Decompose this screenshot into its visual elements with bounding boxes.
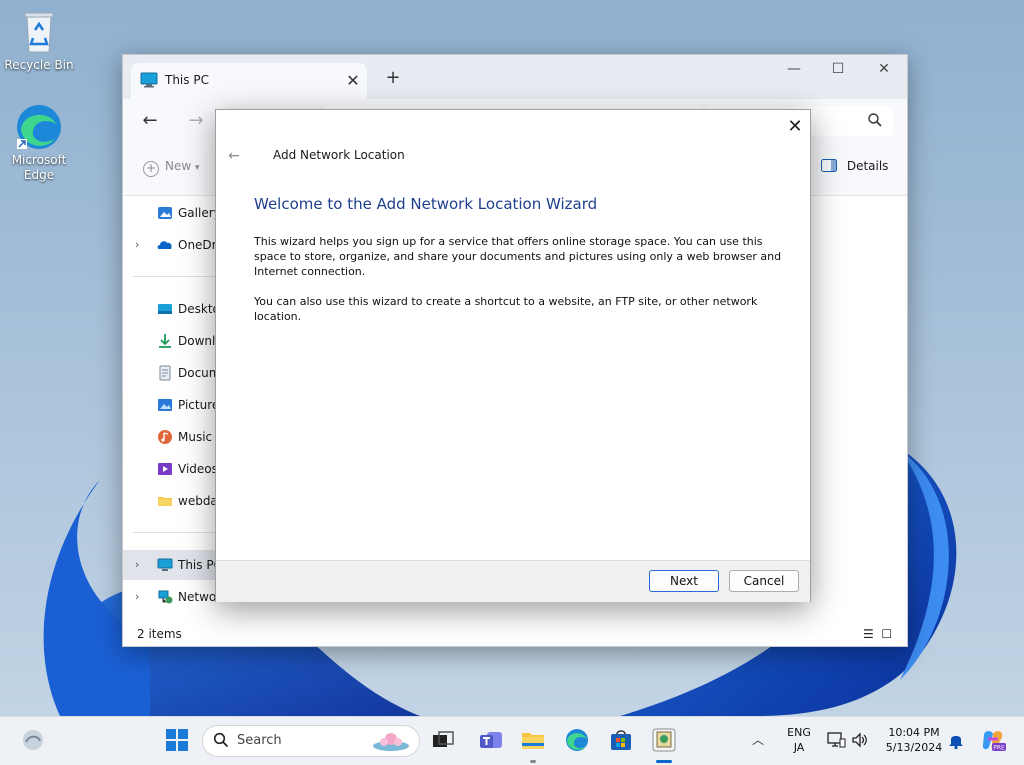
desktop-icon xyxy=(157,301,173,317)
task-view-icon[interactable] xyxy=(430,727,456,753)
next-button[interactable]: Next xyxy=(649,570,719,592)
large-icons-view-icon[interactable]: ☐ xyxy=(881,627,892,641)
wizard-app-icon[interactable] xyxy=(651,727,677,753)
details-label: Details xyxy=(846,159,889,173)
item-count: 2 items xyxy=(137,627,182,641)
gallery-icon xyxy=(157,205,173,221)
network-icon xyxy=(157,589,173,605)
sidebar-item-music[interactable]: Music xyxy=(123,422,223,452)
chevron-right-icon[interactable]: › xyxy=(135,558,139,571)
new-tab-button[interactable]: + xyxy=(381,67,405,91)
edge-icon xyxy=(15,103,63,151)
new-button[interactable]: + New ▾ xyxy=(143,159,200,177)
notification-bell-icon[interactable] xyxy=(946,730,966,750)
folder-icon xyxy=(157,493,173,509)
sidebar-divider xyxy=(133,276,223,277)
wizard-back-button[interactable]: ← xyxy=(222,144,246,168)
details-view-icon[interactable]: ☰ xyxy=(863,627,874,641)
minimize-button[interactable]: — xyxy=(771,55,817,85)
show-hidden-icons-chevron-icon[interactable]: ︿ xyxy=(752,731,764,748)
close-window-button[interactable]: ✕ xyxy=(861,55,907,85)
edge-icon[interactable] xyxy=(564,727,590,753)
videos-icon xyxy=(157,461,173,477)
pictures-icon xyxy=(157,397,173,413)
recycle-bin-desktop-icon[interactable]: Recycle Bin xyxy=(1,8,77,73)
status-bar: 2 items ☰ ☐ xyxy=(123,623,907,645)
navigation-pane: Gallery › OneDrive Desktop Downloads Doc… xyxy=(123,196,223,626)
maximize-button[interactable]: ☐ xyxy=(815,55,861,85)
sidebar-item-documents[interactable]: Documents xyxy=(123,358,223,388)
wizard-heading: Welcome to the Add Network Location Wiza… xyxy=(254,195,598,213)
sidebar-item-webdav[interactable]: webdav xyxy=(123,486,223,516)
wizard-description: This wizard helps you sign up for a serv… xyxy=(254,235,782,278)
title-bar: This PC ✕ + — ☐ ✕ xyxy=(123,55,907,99)
search-icon xyxy=(867,112,883,131)
sidebar-divider xyxy=(133,532,223,533)
file-explorer-icon[interactable] xyxy=(520,727,546,753)
details-pane-icon xyxy=(821,159,847,173)
taskbar-search-box[interactable]: Search xyxy=(202,725,420,757)
clock[interactable]: 10:04 PM 5/13/2024 xyxy=(878,725,950,755)
back-button[interactable]: ← xyxy=(135,107,165,135)
sidebar-item-this-pc[interactable]: › This PC xyxy=(123,550,223,580)
microsoft-edge-desktop-icon[interactable]: Microsoft Edge xyxy=(1,103,77,183)
network-status-icon[interactable] xyxy=(826,730,846,750)
new-label: New xyxy=(165,159,192,173)
add-network-location-dialog: ✕ ← Add Network Location Welcome to the … xyxy=(215,109,811,602)
download-icon xyxy=(157,333,173,349)
running-indicator xyxy=(530,760,536,763)
onedrive-icon xyxy=(157,237,173,253)
input-language-indicator[interactable]: ENG JA xyxy=(780,725,818,755)
dialog-footer: Next Cancel xyxy=(216,560,810,602)
music-icon xyxy=(157,429,173,445)
search-icon xyxy=(213,732,229,751)
sidebar-item-onedrive[interactable]: › OneDrive xyxy=(123,230,223,260)
sidebar-item-desktop[interactable]: Desktop xyxy=(123,294,223,324)
tab-close-icon[interactable]: ✕ xyxy=(341,69,365,93)
document-icon xyxy=(157,365,173,381)
sidebar-item-network[interactable]: › Network xyxy=(123,582,223,612)
tab-this-pc[interactable]: This PC ✕ xyxy=(131,63,367,99)
sidebar-item-gallery[interactable]: Gallery xyxy=(123,198,223,228)
chevron-down-icon: ▾ xyxy=(195,163,200,173)
clock-date: 5/13/2024 xyxy=(885,741,943,754)
copilot-icon[interactable]: PRE xyxy=(980,727,1006,753)
microsoft-edge-label: Microsoft Edge xyxy=(11,153,67,182)
wizard-description-secondary: You can also use this wizard to create a… xyxy=(254,295,758,323)
plus-icon: + xyxy=(143,161,159,177)
monitor-icon xyxy=(140,72,158,91)
volume-icon[interactable] xyxy=(850,730,870,750)
start-button[interactable] xyxy=(164,727,190,753)
taskbar: Search ︿ ENG JA 10:04 PM 5/13/2024 PRE xyxy=(0,716,1024,765)
recycle-bin-label: Recycle Bin xyxy=(4,58,74,72)
microsoft-store-icon[interactable] xyxy=(608,727,634,753)
taskbar-search-label: Search xyxy=(237,733,282,748)
details-button[interactable]: Details xyxy=(821,159,888,173)
copilot-pre-badge: PRE xyxy=(993,745,1005,752)
dialog-title: Add Network Location xyxy=(273,148,405,162)
recycle-bin-icon xyxy=(15,8,63,56)
view-toggle: ☰ ☐ xyxy=(863,627,892,641)
chevron-right-icon[interactable]: › xyxy=(135,590,139,603)
ime-code: JA xyxy=(793,741,805,754)
monitor-icon xyxy=(157,557,173,573)
sidebar-item-videos[interactable]: Videos xyxy=(123,454,223,484)
dialog-close-button[interactable]: ✕ xyxy=(782,114,808,140)
cancel-button[interactable]: Cancel xyxy=(729,570,799,592)
search-highlight-icon xyxy=(371,728,411,755)
sidebar-item-downloads[interactable]: Downloads xyxy=(123,326,223,356)
widgets-icon[interactable] xyxy=(20,727,46,753)
active-app-indicator xyxy=(656,760,672,763)
sidebar-item-pictures[interactable]: Pictures xyxy=(123,390,223,420)
tab-title: This PC xyxy=(165,73,209,87)
language-code: ENG xyxy=(787,726,811,739)
teams-icon[interactable] xyxy=(478,727,504,753)
chevron-right-icon[interactable]: › xyxy=(135,238,139,251)
forward-button[interactable]: → xyxy=(181,107,211,135)
clock-time: 10:04 PM xyxy=(888,726,940,739)
